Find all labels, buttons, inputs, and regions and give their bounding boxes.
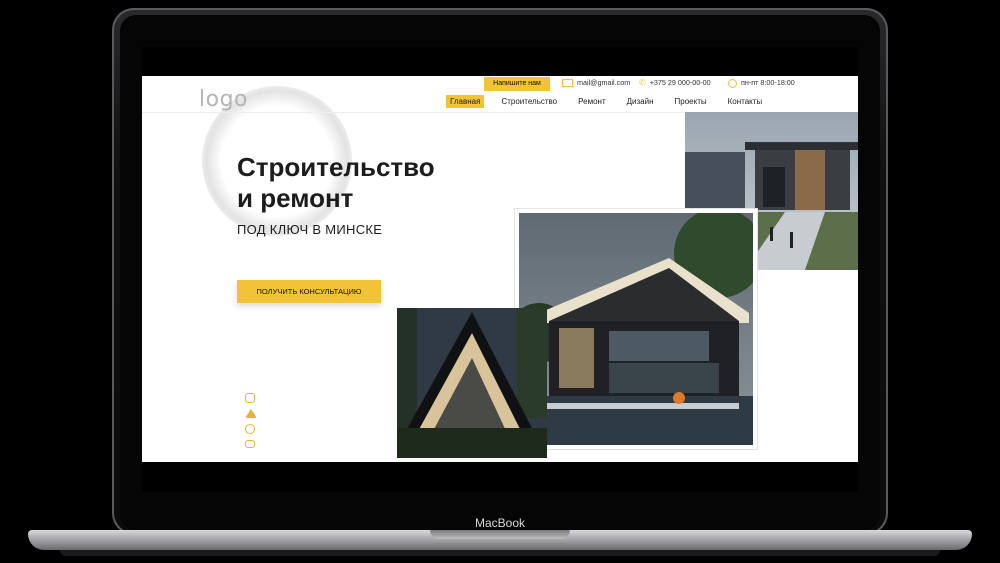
hours-contact: пн-пт 8:00-18:00 [728, 78, 795, 88]
email-contact[interactable]: mail@gmail.com [562, 78, 630, 88]
nav-item-projects[interactable]: Проекты [671, 95, 711, 108]
hours-text: пн-пт 8:00-18:00 [741, 78, 795, 87]
viber-icon[interactable] [245, 424, 255, 434]
consultation-button[interactable]: ПОЛУЧИТЬ КОНСУЛЬТАЦИЮ [237, 280, 381, 303]
phone-contact[interactable]: ✆ +375 29 000-00-00 [639, 78, 711, 88]
hero-title-line2: и ремонт [237, 183, 354, 213]
clock-icon [728, 78, 737, 88]
youtube-icon[interactable] [245, 440, 255, 448]
hero-title-line1: Строительство [237, 152, 435, 182]
nav-item-home[interactable]: Главная [446, 95, 485, 108]
phone-icon: ✆ [639, 78, 646, 88]
house-photo-small [397, 308, 547, 458]
nav-item-design[interactable]: Дизайн [623, 95, 658, 108]
nav-item-construction[interactable]: Строительство [497, 95, 561, 108]
social-links [245, 393, 257, 448]
website-page: logo Напишите нам mail@gmail.com ✆ +375 2… [142, 76, 858, 462]
laptop-screen: logo Напишите нам mail@gmail.com ✆ +375 2… [142, 47, 858, 492]
device-brand-label: MacBook [474, 516, 526, 530]
house-photo-main [515, 209, 757, 449]
mail-icon [562, 79, 573, 88]
email-text: mail@gmail.com [577, 78, 631, 87]
main-nav: Главная Строительство Ремонт Дизайн Прое… [446, 95, 779, 108]
site-header: logo Напишите нам mail@gmail.com ✆ +375 2… [142, 76, 858, 113]
hero-subtitle: ПОД КЛЮЧ В МИНСКЕ [237, 222, 383, 237]
hero-title: Строительство и ремонт [237, 152, 497, 214]
nav-item-contacts[interactable]: Контакты [724, 95, 767, 108]
instagram-icon[interactable] [245, 393, 255, 403]
laptop-shadow [60, 550, 940, 556]
laptop-notch [430, 530, 570, 539]
site-logo[interactable]: logo [199, 87, 248, 112]
telegram-icon[interactable] [245, 409, 257, 418]
nav-item-repair[interactable]: Ремонт [574, 95, 609, 108]
write-us-button[interactable]: Напишите нам [484, 77, 550, 91]
phone-text: +375 29 000-00-00 [649, 78, 711, 87]
